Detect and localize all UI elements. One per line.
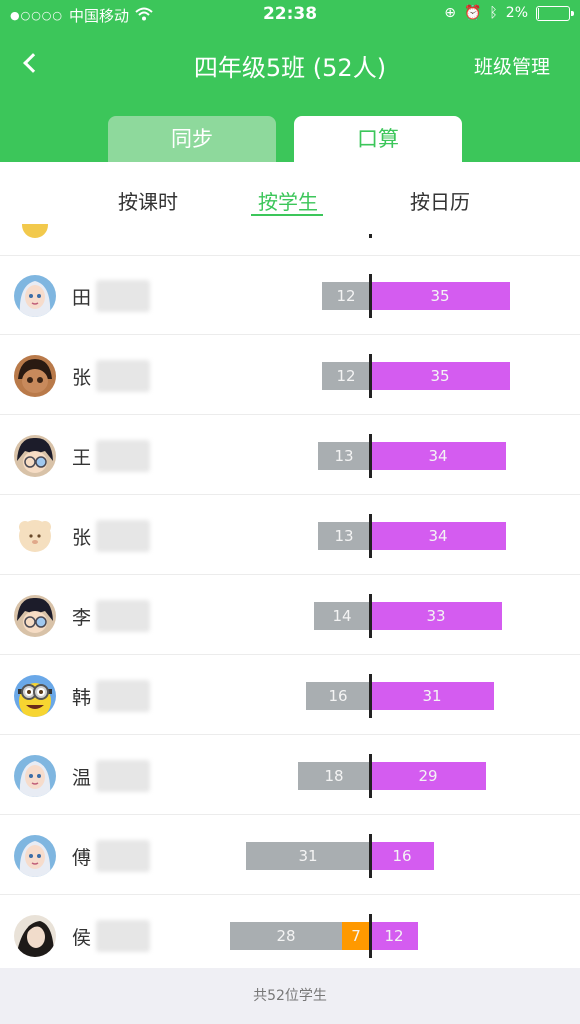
subtab-underline (251, 214, 323, 216)
student-row[interactable]: 张 12 35 (0, 336, 580, 415)
right-bar: 34 (370, 522, 506, 550)
nav-bar: 四年级5班 (52人) 班级管理 (0, 36, 580, 92)
portrait-avatar (14, 915, 56, 957)
blurred-name (96, 840, 150, 872)
boy-avatar (14, 355, 56, 397)
student-count-footer: 共52位学生 (0, 968, 580, 1024)
student-surname: 韩 (72, 687, 92, 709)
center-line (369, 514, 372, 558)
subtab-by-calendar[interactable]: 按日历 (380, 186, 500, 215)
left-bar: 31 (246, 842, 370, 870)
student-row[interactable]: 侯 7 28 12 (0, 896, 580, 968)
blurred-name (96, 600, 150, 632)
right-bar: 35 (370, 362, 510, 390)
blurred-name (96, 520, 150, 552)
princess-avatar (14, 755, 56, 797)
left-bar-extra: 7 (342, 922, 370, 950)
left-bar: 12 (322, 362, 370, 390)
right-bar: 35 (370, 282, 510, 310)
student-row[interactable]: 李 14 33 (0, 576, 580, 655)
left-bar: 13 (318, 522, 370, 550)
avatar (22, 224, 48, 238)
subtab-by-lesson[interactable]: 按课时 (88, 186, 208, 215)
detective-avatar (14, 595, 56, 637)
right-bar: 12 (370, 922, 418, 950)
battery-percent: 2% (505, 5, 528, 21)
center-line (369, 274, 372, 318)
left-bar: 16 (306, 682, 370, 710)
center-line (369, 354, 372, 398)
princess-avatar (14, 275, 56, 317)
student-surname: 张 (72, 367, 92, 389)
subtab-by-student[interactable]: 按学生 (228, 186, 348, 215)
detective-avatar (14, 435, 56, 477)
left-bar: 28 (230, 922, 342, 950)
princess-avatar (14, 835, 56, 877)
alarm-icon: ⏰ (463, 5, 482, 21)
student-surname: 王 (72, 447, 92, 469)
right-bar: 29 (370, 762, 486, 790)
tab-mental-math[interactable]: 口算 (294, 116, 462, 162)
center-line (369, 594, 372, 638)
center-line (369, 434, 372, 478)
center-line (369, 834, 372, 878)
tab-sync[interactable]: 同步 (108, 116, 276, 162)
student-surname: 张 (72, 527, 92, 549)
blurred-name (96, 920, 150, 952)
right-bar: 33 (370, 602, 502, 630)
student-row[interactable]: 傅 31 16 (0, 816, 580, 895)
left-bar: 14 (314, 602, 370, 630)
bluetooth-icon: ᛒ (489, 5, 498, 21)
list-item-partial (0, 220, 580, 256)
student-surname: 傅 (72, 847, 92, 869)
subtab-bar: 按课时 按学生 按日历 (0, 162, 580, 220)
student-list[interactable]: 田 12 35 张 12 35 王 13 34 张 13 34 李 14 33 韩 16 31 温 18 29 傅 31 16… (0, 220, 580, 968)
student-row[interactable]: 韩 16 31 (0, 656, 580, 735)
student-row[interactable]: 王 13 34 (0, 416, 580, 495)
student-surname: 温 (72, 767, 92, 789)
status-bar: ●○○○○ 中国移动 22:38 ⊕ ⏰ ᛒ 2% (0, 0, 580, 30)
right-bar: 16 (370, 842, 434, 870)
center-line (369, 754, 372, 798)
student-row[interactable]: 田 12 35 (0, 256, 580, 335)
blurred-name (96, 440, 150, 472)
left-bar: 18 (298, 762, 370, 790)
rotation-lock-icon: ⊕ (444, 5, 456, 21)
battery-icon (536, 5, 574, 21)
left-bar: 13 (318, 442, 370, 470)
center-line (369, 234, 372, 238)
blurred-name (96, 680, 150, 712)
blurred-name (96, 360, 150, 392)
student-surname: 李 (72, 607, 92, 629)
center-line (369, 914, 372, 958)
student-row[interactable]: 温 18 29 (0, 736, 580, 815)
student-row[interactable]: 张 13 34 (0, 496, 580, 575)
right-bar: 34 (370, 442, 506, 470)
class-manage-button[interactable]: 班级管理 (474, 52, 550, 79)
student-surname: 田 (72, 287, 92, 309)
minion-avatar (14, 675, 56, 717)
student-surname: 侯 (72, 927, 92, 949)
center-line (369, 674, 372, 718)
right-bar: 31 (370, 682, 494, 710)
left-bar: 12 (322, 282, 370, 310)
lamb-avatar (14, 515, 56, 557)
app-header: ●○○○○ 中国移动 22:38 ⊕ ⏰ ᛒ 2% 四年级5班 (52人) 班级… (0, 0, 580, 162)
blurred-name (96, 760, 150, 792)
blurred-name (96, 280, 150, 312)
